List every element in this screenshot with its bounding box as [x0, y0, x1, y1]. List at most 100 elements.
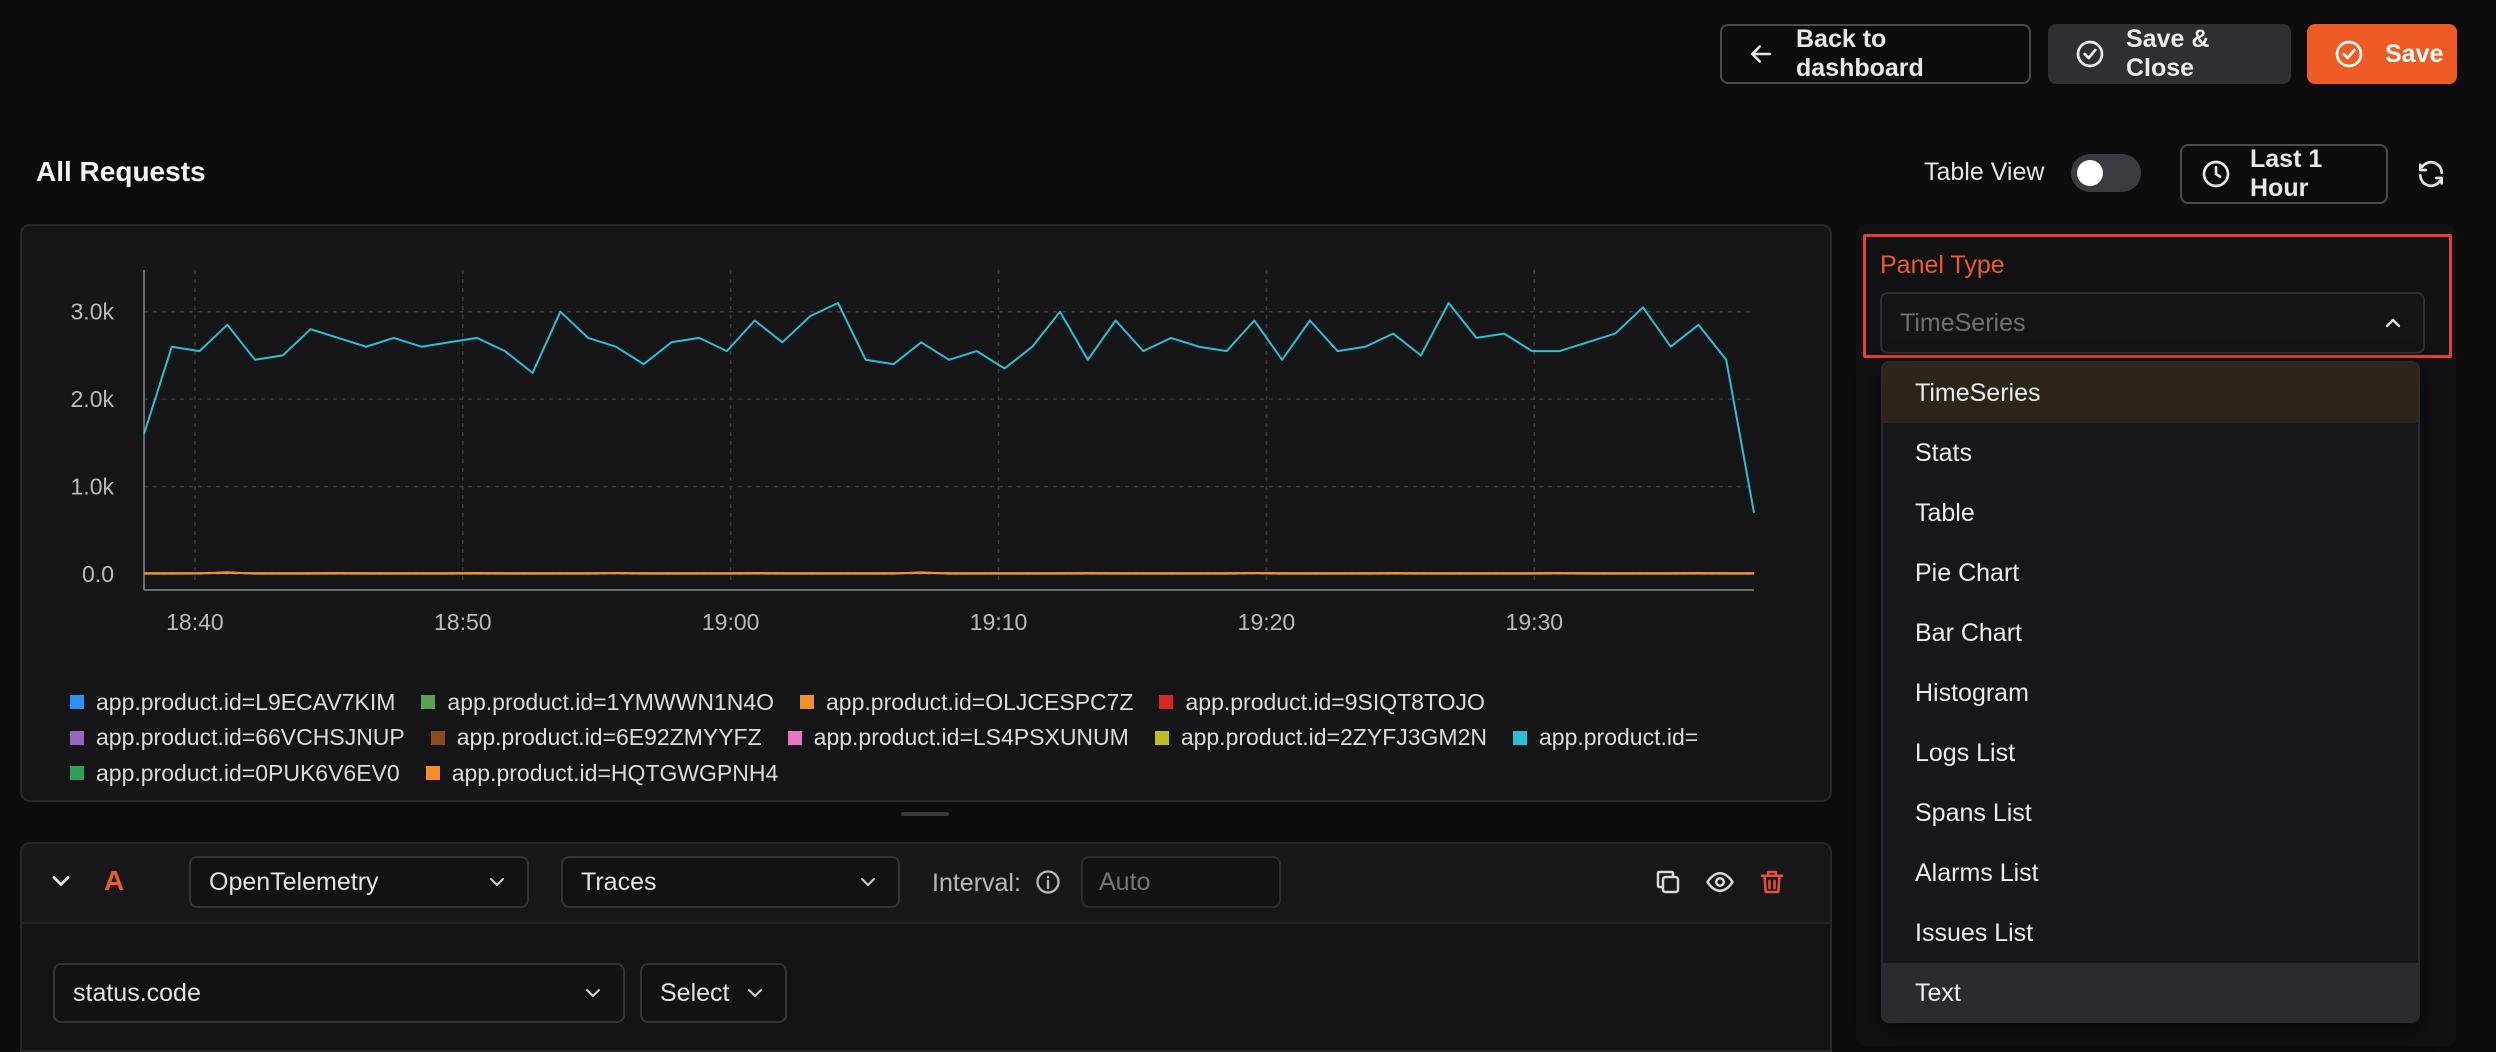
legend-swatch [70, 766, 84, 780]
legend-item[interactable]: app.product.id=9SIQT8TOJO [1159, 685, 1484, 720]
legend-label: app.product.id=LS4PSXUNUM [814, 720, 1129, 755]
chevron-down-icon [581, 981, 605, 1005]
group-by-value: status.code [73, 979, 201, 1008]
legend-item[interactable]: app.product.id=66VCHSJNUP [70, 720, 405, 755]
table-view-label: Table View [1924, 158, 2044, 187]
query-letter: A [104, 865, 124, 897]
chevron-down-icon [485, 870, 509, 894]
legend-item[interactable]: app.product.id=0PUK6V6EV0 [70, 756, 400, 791]
check-circle-icon [2333, 38, 2365, 70]
panel-type-option[interactable]: Alarms List [1883, 843, 2418, 903]
legend-swatch [788, 731, 802, 745]
legend-swatch [1159, 695, 1173, 709]
signal-type-value: Traces [581, 868, 656, 897]
eye-icon[interactable] [1704, 866, 1736, 898]
table-view-toggle[interactable] [2071, 154, 2141, 192]
panel-type-option[interactable]: Issues List [1883, 903, 2418, 963]
trash-icon[interactable] [1756, 866, 1788, 898]
time-range-label: Last 1 Hour [2250, 145, 2368, 203]
group-by-select[interactable]: status.code [53, 963, 625, 1023]
legend-label: app.product.id=OLJCESPC7Z [826, 685, 1133, 720]
legend-label: app.product.id=66VCHSJNUP [96, 720, 405, 755]
clock-icon [2200, 158, 2232, 190]
chevron-down-icon[interactable] [46, 866, 76, 896]
panel-type-option[interactable]: Table [1883, 483, 2418, 543]
line-chart: 3.0k 2.0k 1.0k 0.0 18:40 18:50 19:00 19:10 19:20… [22, 226, 1834, 656]
panel-type-option[interactable]: Pie Chart [1883, 543, 2418, 603]
refresh-icon[interactable] [2414, 157, 2448, 191]
back-to-dashboard-button[interactable]: Back to dashboard [1720, 24, 2031, 84]
legend-swatch [1155, 731, 1169, 745]
legend-swatch [1513, 731, 1527, 745]
chevron-down-icon [743, 981, 767, 1005]
legend-label: app.product.id=6E92ZMYYFZ [457, 720, 762, 755]
legend-label: app.product.id=HQTGWGPNH4 [452, 756, 779, 791]
x-tick-label: 19:20 [1238, 609, 1296, 635]
legend-item[interactable]: app.product.id=2ZYFJ3GM2N [1155, 720, 1487, 755]
legend-item[interactable]: app.product.id=OLJCESPC7Z [800, 685, 1133, 720]
y-tick-label: 1.0k [71, 474, 115, 500]
aggregate-value: Select [660, 979, 729, 1008]
save-close-label: Save & Close [2126, 25, 2265, 83]
save-label: Save [2385, 40, 2443, 69]
panel-type-label: Panel Type [1880, 251, 2005, 280]
data-source-select[interactable]: OpenTelemetry [189, 856, 529, 908]
y-tick-label: 3.0k [71, 299, 115, 325]
panel-type-option[interactable]: Stats [1883, 423, 2418, 483]
data-source-value: OpenTelemetry [209, 868, 379, 897]
panel-type-option[interactable]: Text [1883, 963, 2418, 1023]
legend-item[interactable]: app.product.id=6E92ZMYYFZ [431, 720, 762, 755]
panel-type-option[interactable]: Logs List [1883, 723, 2418, 783]
check-circle-icon [2074, 38, 2106, 70]
legend-label: app.product.id= [1539, 720, 1698, 755]
legend-swatch [421, 695, 435, 709]
save-close-button[interactable]: Save & Close [2048, 24, 2291, 84]
legend-swatch [70, 731, 84, 745]
panel-type-option[interactable]: Bar Chart [1883, 603, 2418, 663]
x-tick-label: 19:10 [970, 609, 1028, 635]
toggle-knob [2077, 160, 2103, 186]
chart-panel: 3.0k 2.0k 1.0k 0.0 18:40 18:50 19:00 19:10 19:20… [20, 224, 1832, 802]
legend-label: app.product.id=1YMWWN1N4O [447, 685, 774, 720]
chevron-up-icon [2381, 311, 2405, 335]
panel-type-dropdown: TimeSeriesStatsTablePie ChartBar ChartHi… [1881, 361, 2420, 1023]
panel-title: All Requests [36, 156, 206, 188]
legend-swatch [426, 766, 440, 780]
y-tick-label: 2.0k [71, 386, 115, 412]
panel-type-select[interactable]: TimeSeries [1880, 292, 2425, 354]
legend-item[interactable]: app.product.id=L9ECAV7KIM [70, 685, 395, 720]
resize-handle[interactable] [901, 812, 949, 816]
signal-type-select[interactable]: Traces [561, 856, 900, 908]
arrow-left-icon [1746, 39, 1776, 69]
chevron-down-icon [856, 870, 880, 894]
legend-label: app.product.id=L9ECAV7KIM [96, 685, 395, 720]
panel-type-value: TimeSeries [1900, 309, 2026, 338]
x-tick-label: 19:00 [702, 609, 760, 635]
info-icon[interactable] [1033, 867, 1063, 897]
legend-item[interactable]: app.product.id=HQTGWGPNH4 [426, 756, 779, 791]
panel-type-option[interactable]: TimeSeries [1883, 363, 2418, 423]
chart-legend: app.product.id=L9ECAV7KIMapp.product.id=… [70, 684, 1770, 791]
legend-item[interactable]: app.product.id=LS4PSXUNUM [788, 720, 1129, 755]
time-range-button[interactable]: Last 1 Hour [2180, 144, 2388, 204]
panel-type-option[interactable]: Spans List [1883, 783, 2418, 843]
interval-input[interactable] [1081, 856, 1281, 908]
aggregate-select[interactable]: Select [640, 963, 787, 1023]
legend-label: app.product.id=2ZYFJ3GM2N [1181, 720, 1487, 755]
x-tick-label: 18:50 [434, 609, 492, 635]
legend-swatch [800, 695, 814, 709]
series-line [144, 303, 1754, 513]
legend-label: app.product.id=0PUK6V6EV0 [96, 756, 400, 791]
interval-label: Interval: [932, 869, 1021, 898]
legend-label: app.product.id=9SIQT8TOJO [1185, 685, 1484, 720]
legend-item[interactable]: app.product.id=1YMWWN1N4O [421, 685, 774, 720]
y-tick-label: 0.0 [82, 561, 114, 587]
copy-icon[interactable] [1652, 866, 1684, 898]
legend-swatch [431, 731, 445, 745]
save-button[interactable]: Save [2307, 24, 2457, 84]
legend-item[interactable]: app.product.id= [1513, 720, 1698, 755]
x-tick-label: 18:40 [166, 609, 224, 635]
legend-swatch [70, 695, 84, 709]
panel-type-option[interactable]: Histogram [1883, 663, 2418, 723]
x-tick-label: 19:30 [1506, 609, 1564, 635]
